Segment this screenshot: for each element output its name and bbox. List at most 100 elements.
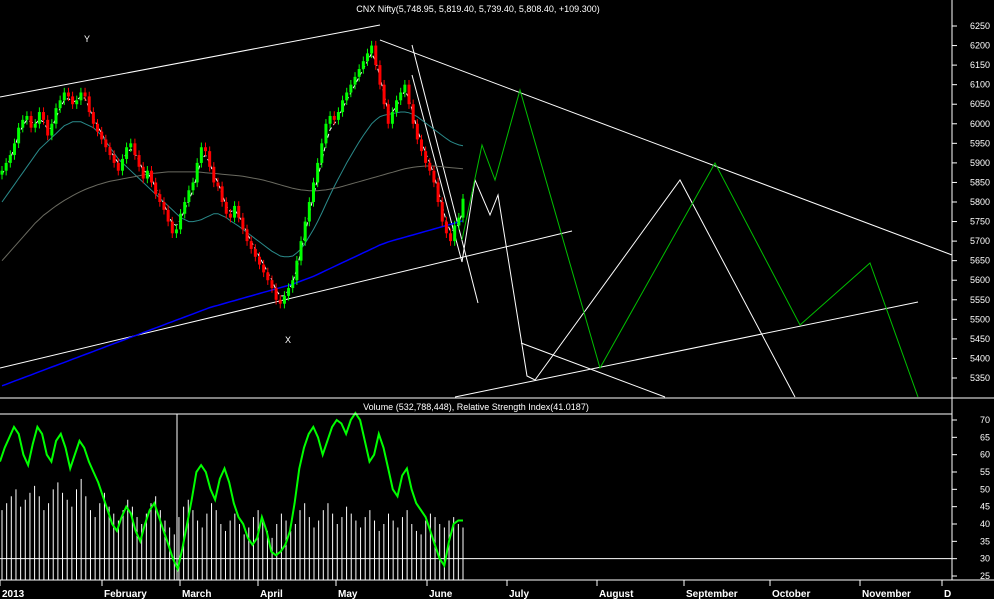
candle-body bbox=[204, 147, 208, 152]
candle-body bbox=[166, 209, 170, 222]
candle-body bbox=[262, 264, 266, 273]
candle-body bbox=[191, 182, 195, 191]
candle-body bbox=[440, 202, 444, 222]
candle-body bbox=[179, 213, 183, 230]
month-label: June bbox=[429, 589, 453, 599]
price-plot-area bbox=[0, 0, 952, 398]
candle-body bbox=[183, 202, 187, 214]
candle-body bbox=[311, 182, 315, 202]
candle-body bbox=[395, 100, 399, 113]
candle-body bbox=[361, 61, 365, 70]
candle-body bbox=[428, 162, 432, 171]
indicator-tick-label: 45 bbox=[980, 502, 990, 512]
candle-body bbox=[307, 202, 311, 222]
candle-body bbox=[100, 131, 104, 140]
candle-body bbox=[245, 229, 249, 242]
candle-body bbox=[83, 92, 87, 97]
candle-body bbox=[274, 288, 278, 300]
candle-body bbox=[208, 151, 212, 167]
candle-body bbox=[449, 233, 453, 242]
candle-body bbox=[212, 166, 216, 183]
candle-body bbox=[112, 155, 116, 163]
candle-body bbox=[8, 155, 12, 163]
price-tick-label: 5750 bbox=[970, 217, 990, 227]
indicator-tick-label: 60 bbox=[980, 450, 990, 460]
indicator-axis: 25303540455055606570 bbox=[952, 415, 990, 581]
candle-body bbox=[4, 162, 8, 171]
price-title: CNX Nifty(5,748.95, 5,819.40, 5,739.40, … bbox=[356, 4, 599, 14]
price-tick-label: 5800 bbox=[970, 197, 990, 207]
candle-body bbox=[365, 53, 369, 62]
candle-body bbox=[133, 143, 137, 156]
candle-body bbox=[282, 295, 286, 304]
candle-body bbox=[12, 143, 16, 156]
price-tick-label: 6100 bbox=[970, 80, 990, 90]
candle-body bbox=[316, 162, 320, 183]
candle-body bbox=[249, 241, 253, 249]
candle-body bbox=[457, 217, 461, 226]
candle-body bbox=[411, 104, 415, 124]
candle-body bbox=[91, 112, 95, 124]
candle-body bbox=[303, 221, 307, 242]
candle-body bbox=[444, 221, 448, 234]
candle-body bbox=[37, 112, 41, 124]
price-tick-label: 6250 bbox=[970, 21, 990, 31]
indicator-panel: Volume (532,788,448), Relative Strength … bbox=[0, 402, 952, 580]
candle-body bbox=[266, 272, 270, 281]
candle-body bbox=[141, 166, 145, 179]
month-label: April bbox=[260, 589, 283, 599]
indicator-tick-label: 65 bbox=[980, 432, 990, 442]
price-tick-label: 6200 bbox=[970, 41, 990, 51]
candle-body bbox=[42, 112, 46, 120]
candle-body bbox=[220, 186, 224, 202]
price-tick-label: 5400 bbox=[970, 353, 990, 363]
candle-body bbox=[453, 225, 457, 242]
price-tick-label: 5950 bbox=[970, 138, 990, 148]
candle-body bbox=[199, 147, 203, 163]
price-axis: 5350 5400 5450 5500 5550 5600 5650 5700 5750 5800… bbox=[952, 21, 990, 383]
candle-body bbox=[257, 256, 261, 265]
price-tick-label: 5350 bbox=[970, 373, 990, 383]
candle-body bbox=[320, 143, 324, 163]
candle-body bbox=[33, 123, 37, 128]
candle-body bbox=[419, 139, 423, 152]
candle-body bbox=[291, 280, 295, 289]
candle-body bbox=[162, 202, 166, 210]
candle-body bbox=[374, 45, 378, 66]
month-label: November bbox=[862, 589, 911, 599]
candle-body bbox=[62, 92, 66, 101]
candle-body bbox=[353, 76, 357, 85]
month-label: October bbox=[772, 589, 810, 599]
candle-body bbox=[216, 182, 220, 187]
month-label: August bbox=[599, 589, 634, 599]
label-x: X bbox=[285, 335, 291, 345]
candle-body bbox=[75, 100, 79, 105]
price-tick-label: 6050 bbox=[970, 99, 990, 109]
candle-body bbox=[299, 241, 303, 261]
candle-body bbox=[324, 123, 328, 144]
candle-body bbox=[233, 205, 237, 218]
month-label: February bbox=[104, 589, 147, 599]
price-tick-label: 6000 bbox=[970, 119, 990, 129]
candle-body bbox=[0, 170, 4, 175]
candle-body bbox=[137, 155, 141, 167]
price-tick-label: 5650 bbox=[970, 256, 990, 266]
candle-body bbox=[154, 182, 158, 195]
month-label: 2013 bbox=[2, 589, 25, 599]
candle-body bbox=[150, 170, 154, 183]
candle-body bbox=[187, 190, 191, 202]
candle-body bbox=[87, 96, 91, 113]
candle-body bbox=[129, 143, 133, 148]
month-label: September bbox=[686, 589, 738, 599]
candle-body bbox=[253, 248, 257, 257]
candle-body bbox=[399, 92, 403, 101]
candle-body bbox=[241, 217, 245, 230]
indicator-tick-label: 30 bbox=[980, 554, 990, 564]
price-tick-label: 5900 bbox=[970, 158, 990, 168]
indicator-tick-label: 70 bbox=[980, 415, 990, 425]
indicator-tick-label: 40 bbox=[980, 519, 990, 529]
candle-body bbox=[170, 221, 174, 234]
candle-body bbox=[390, 112, 394, 124]
candle-body bbox=[66, 92, 70, 97]
candle-body bbox=[461, 198, 465, 218]
